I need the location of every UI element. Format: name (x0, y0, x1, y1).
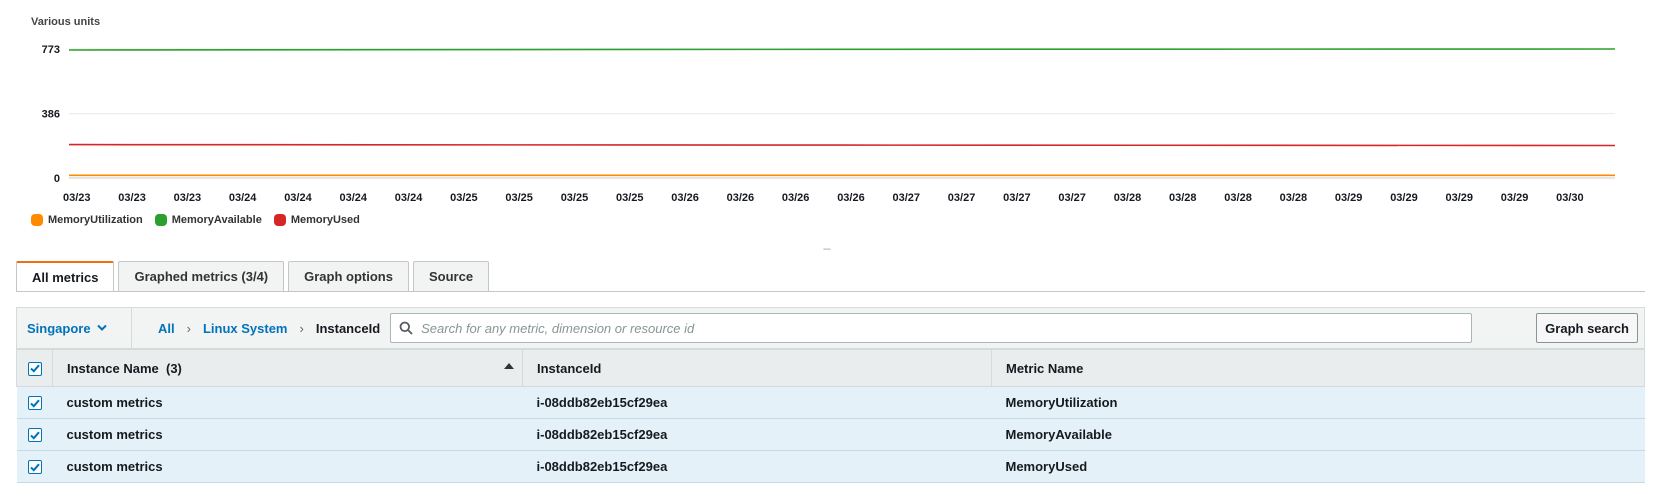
y-tick-label: 773 (42, 44, 60, 56)
row-checkbox[interactable] (27, 396, 42, 411)
table-row[interactable]: custom metrics i-08ddb82eb15cf29ea Memor… (16, 386, 1645, 419)
x-tick-label: 03/26 (837, 192, 865, 204)
cell-metric-name: MemoryUsed (991, 450, 1645, 483)
x-tick-label: 03/28 (1169, 192, 1197, 204)
legend-swatch-red (273, 214, 286, 226)
legend-swatch-green (154, 214, 167, 226)
line-chart: 773386003/23 03/23 03/23 03/24 03/24 03/24 03/… (42, 44, 1616, 204)
series-line-memoryused (68, 143, 1616, 147)
y-tick-label: 0 (54, 173, 60, 185)
x-tick-label: 03/25 (505, 192, 533, 204)
row-select-cell (16, 450, 53, 483)
select-all-checkbox[interactable] (27, 361, 42, 376)
legend-swatch-orange (31, 214, 43, 226)
cell-instance-name: custom metrics (52, 418, 523, 451)
metrics-graph: Various units 773 386 0 03/23 03/23 03/23 03/2… (0, 0, 1661, 240)
browse-bar: Singapore All › Linux System › InstanceI… (16, 307, 1645, 349)
chart-legend: MemoryUtilization MemoryAvailable Memory… (31, 214, 360, 226)
checkmark-icon (29, 463, 40, 472)
x-tick-label: 03/26 (671, 192, 699, 204)
y-tick-label: 386 (42, 109, 60, 121)
legend-item-memory-utilization[interactable]: MemoryUtilization (31, 214, 143, 226)
series-line-memoryavailable (68, 48, 1616, 51)
x-tick-label: 03/29 (1446, 192, 1474, 204)
table-header-row: Instance Name (3) InstanceId Metric Name (16, 349, 1645, 387)
x-tick-label: 03/28 (1224, 192, 1252, 204)
breadcrumb-linux-system[interactable]: Linux System (203, 321, 288, 336)
row-checkbox[interactable] (27, 460, 42, 475)
legend-item-memory-used[interactable]: MemoryUsed (273, 214, 360, 226)
cell-metric-name: MemoryAvailable (991, 418, 1645, 451)
x-tick-label: 03/23 (118, 192, 146, 204)
column-header-instance-name[interactable]: Instance Name (3) (52, 349, 523, 387)
x-tick-label: 03/26 (727, 192, 755, 204)
chevron-right-icon: › (299, 320, 304, 336)
resize-handle-icon[interactable]: --- (823, 244, 831, 255)
checkmark-icon (29, 431, 40, 440)
sort-ascending-icon[interactable] (504, 363, 514, 369)
tab-all-metrics[interactable]: All metrics (16, 261, 115, 292)
x-tick-label: 03/25 (616, 192, 644, 204)
x-tick-label: 03/29 (1390, 192, 1418, 204)
x-tick-label: 03/23 (63, 192, 91, 204)
checkmark-icon (29, 364, 40, 373)
cell-metric-name: MemoryUtilization (991, 386, 1645, 419)
x-tick-label: 03/25 (450, 192, 478, 204)
x-tick-label: 03/24 (229, 192, 257, 204)
x-tick-label: 03/30 (1556, 192, 1584, 204)
chevron-down-icon (96, 324, 107, 331)
legend-label: MemoryUtilization (48, 214, 143, 226)
x-tick-label: 03/26 (782, 192, 810, 204)
tab-source[interactable]: Source (412, 261, 490, 291)
x-tick-label: 03/24 (284, 192, 312, 204)
row-checkbox[interactable] (27, 428, 42, 443)
table-row[interactable]: custom metrics i-08ddb82eb15cf29ea Memor… (16, 418, 1645, 451)
x-tick-label: 03/23 (174, 192, 202, 204)
x-tick-label: 03/29 (1501, 192, 1529, 204)
region-selector[interactable]: Singapore (17, 308, 132, 348)
x-tick-label: 03/25 (561, 192, 589, 204)
metric-search-input[interactable] (419, 319, 1472, 337)
column-header-instance-id[interactable]: InstanceId (522, 349, 992, 387)
checkmark-icon (29, 399, 40, 408)
cell-instance-name: custom metrics (52, 386, 523, 419)
legend-item-memory-available[interactable]: MemoryAvailable (154, 214, 262, 226)
x-tick-label: 03/27 (1058, 192, 1086, 204)
x-tick-label: 03/24 (340, 192, 368, 204)
legend-label: MemoryUsed (290, 214, 360, 226)
region-label: Singapore (27, 320, 91, 336)
row-select-cell (16, 386, 53, 419)
search-icon (399, 321, 413, 335)
tab-graph-options[interactable]: Graph options (288, 261, 409, 291)
column-header-label: Instance Name (3) (67, 360, 182, 376)
tabs-divider (16, 291, 1645, 292)
select-all-cell (16, 349, 53, 387)
row-select-cell (16, 418, 53, 451)
column-header-label: Metric Name (1006, 360, 1084, 376)
x-tick-label: 03/27 (1003, 192, 1031, 204)
graph-search-button[interactable]: Graph search (1536, 313, 1638, 343)
x-tick-label: 03/29 (1335, 192, 1363, 204)
metrics-table: Instance Name (3) InstanceId Metric Name… (16, 349, 1645, 483)
x-tick-label: 03/28 (1280, 192, 1308, 204)
x-tick-label: 03/24 (395, 192, 423, 204)
chevron-right-icon: › (186, 320, 191, 336)
column-header-label: InstanceId (537, 360, 602, 376)
breadcrumb-instance-id: InstanceId (315, 320, 381, 336)
legend-label: MemoryAvailable (171, 214, 262, 226)
cell-instance-id: i-08ddb82eb15cf29ea (522, 450, 992, 483)
table-row[interactable]: custom metrics i-08ddb82eb15cf29ea Memor… (16, 450, 1645, 483)
x-tick-label: 03/27 (893, 192, 921, 204)
metric-search-box (390, 313, 1473, 343)
metrics-tabs: All metrics Graphed metrics (3/4) Graph … (16, 261, 490, 292)
column-header-metric-name[interactable]: Metric Name (991, 349, 1645, 387)
breadcrumb: All › Linux System › InstanceId (132, 308, 380, 348)
cell-instance-name: custom metrics (52, 450, 523, 483)
cell-instance-id: i-08ddb82eb15cf29ea (522, 386, 992, 419)
cell-instance-id: i-08ddb82eb15cf29ea (522, 418, 992, 451)
tab-graphed-metrics[interactable]: Graphed metrics (3/4) (118, 261, 285, 291)
x-tick-label: 03/28 (1114, 192, 1142, 204)
x-tick-label: 03/27 (948, 192, 976, 204)
breadcrumb-all[interactable]: All (158, 321, 175, 336)
